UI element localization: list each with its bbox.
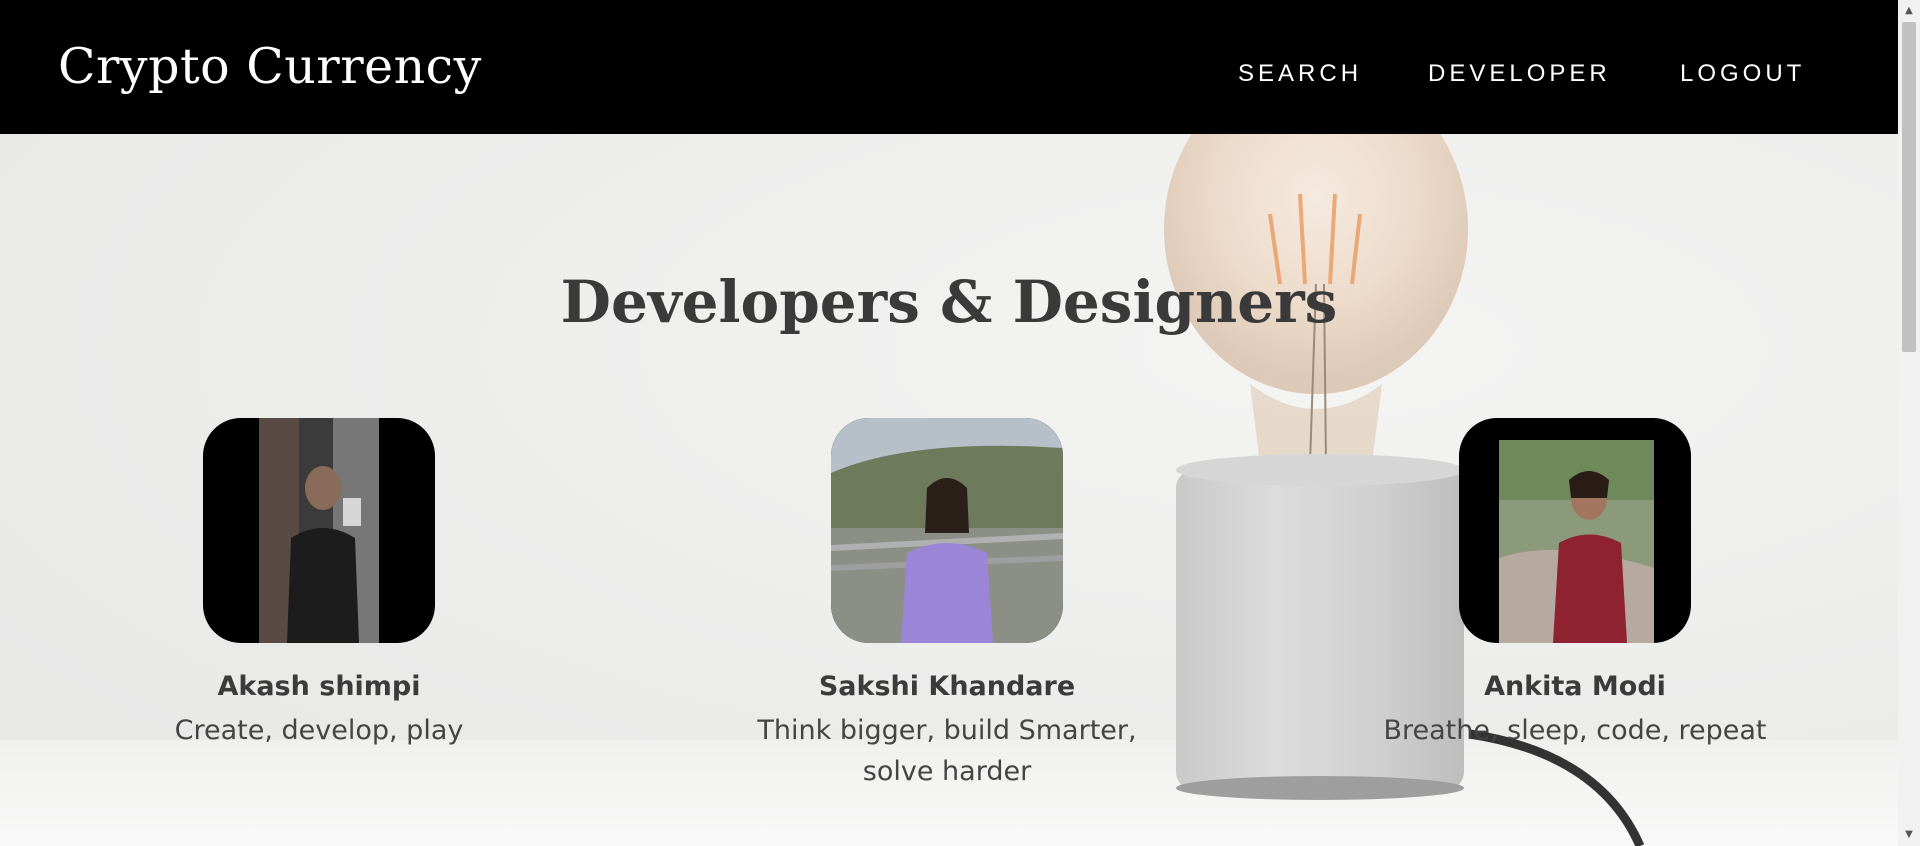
nav-link-search[interactable]: SEARCH — [1238, 60, 1362, 88]
member-photo — [203, 418, 435, 643]
member-tagline: Breathe, sleep, code, repeat — [1383, 715, 1767, 746]
member-photo — [831, 418, 1063, 643]
member-photo — [1459, 418, 1691, 643]
member-tagline: Create, develop, play — [174, 715, 464, 746]
scroll-up-icon[interactable]: ▲ — [1898, 0, 1920, 22]
vertical-scrollbar[interactable]: ▲ ▼ — [1898, 0, 1920, 846]
member-card: Akash shimpi Create, develop, play — [109, 418, 529, 751]
member-card: Sakshi Khandare Think bigger, build Smar… — [737, 418, 1157, 792]
member-tagline: Think bigger, build Smarter, solve harde… — [757, 715, 1137, 787]
member-name: Akash shimpi — [217, 671, 421, 702]
member-name: Ankita Modi — [1484, 671, 1666, 702]
section-title: Developers & Designers — [560, 268, 1338, 336]
navbar: Crypto Currency SEARCH DEVELOPER LOGOUT — [0, 0, 1898, 134]
nav-link-logout[interactable]: LOGOUT — [1680, 60, 1805, 88]
nav-menu: SEARCH DEVELOPER LOGOUT — [0, 60, 1898, 90]
member-card: Ankita Modi Breathe, sleep, code, repeat — [1365, 418, 1785, 751]
scrollbar-thumb[interactable] — [1902, 22, 1916, 352]
member-name: Sakshi Khandare — [818, 671, 1076, 702]
scroll-down-icon[interactable]: ▼ — [1898, 824, 1920, 846]
nav-link-developer[interactable]: DEVELOPER — [1428, 60, 1611, 88]
